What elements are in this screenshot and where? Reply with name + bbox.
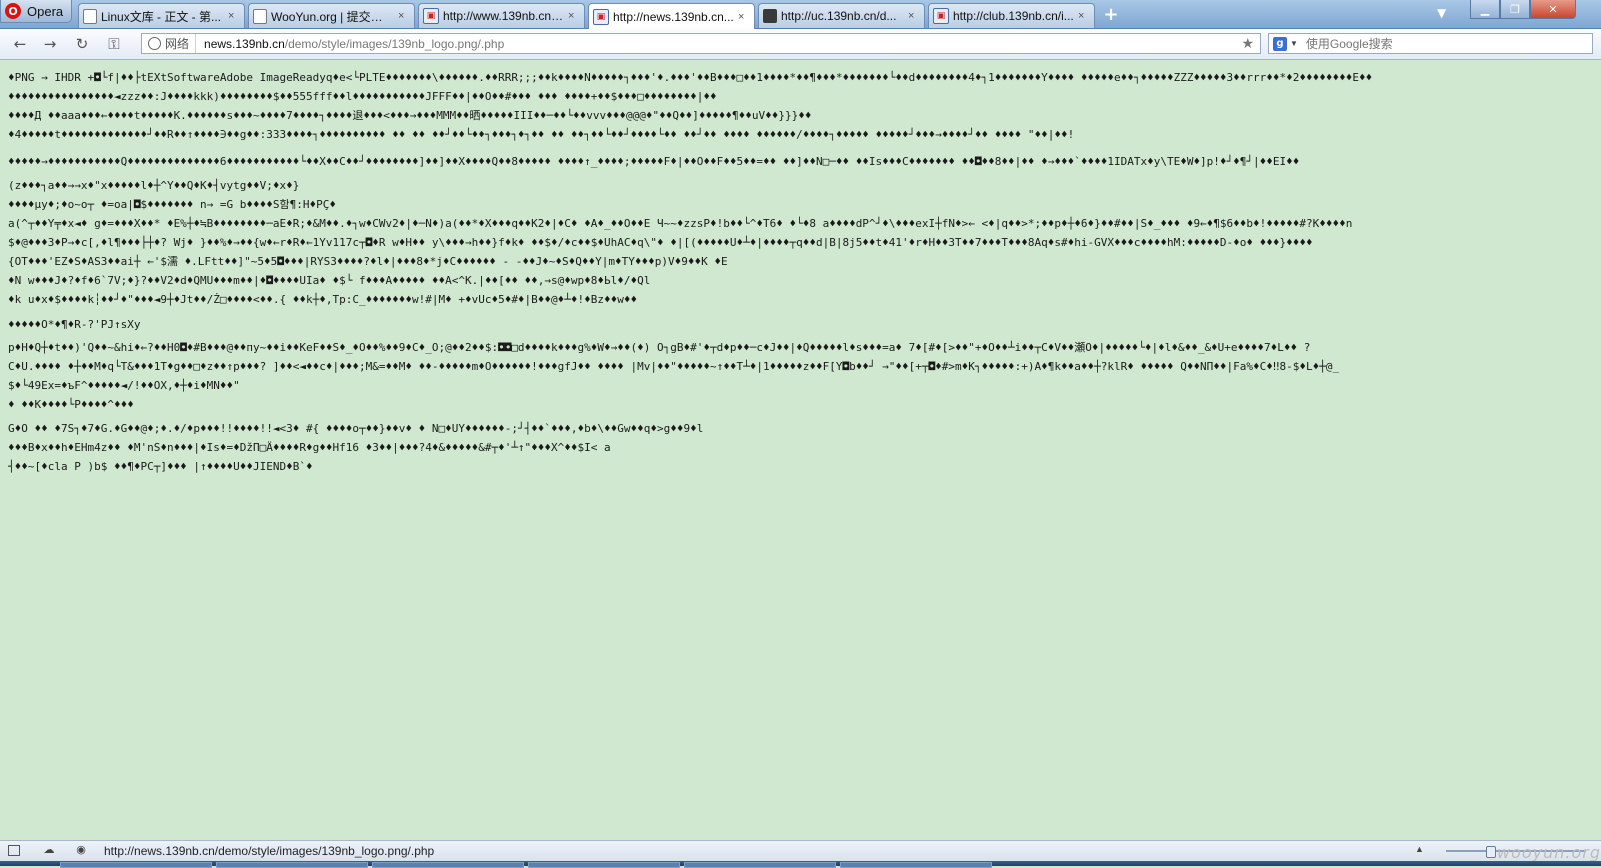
tab-label: http://club.139nb.cn/i... <box>953 9 1074 23</box>
raw-text-line: $♦@♦♦♦3♦P→♦c[,♦l¶♦♦♦├┼♦? Wj♦ }♦♦%♦→♦♦{w♦… <box>8 236 1313 249</box>
search-input[interactable]: g ▼ 使用Google搜索 <box>1268 33 1593 54</box>
tab-news-139nb[interactable]: ▣ http://news.139nb.cn... × <box>588 3 755 29</box>
opera-menu-button[interactable]: O Opera <box>0 0 72 23</box>
url-path: /demo/style/images/139nb_logo.png/.php <box>284 36 505 51</box>
key-wand-icon[interactable]: ⚿ <box>104 34 124 54</box>
raw-text-line: ♦♦♦♦♦→♦♦♦♦♦♦♦♦♦♦♦Q♦♦♦♦♦♦♦♦♦♦♦♦♦♦6♦♦♦♦♦♦♦… <box>8 155 1300 168</box>
tab-close-icon[interactable]: × <box>738 11 750 23</box>
raw-text-line: ♦ ♦♦K♦♦♦♦└P♦♦♦♦^♦♦♦ <box>8 398 134 411</box>
raw-text-line: G♦O ♦♦ ♦7S┐♦7♦G.♦G♦♦@♦;♦.♦/♦p♦♦♦!!♦♦♦♦!!… <box>8 422 704 435</box>
opera-logo-icon: O <box>5 3 21 19</box>
address-toolbar: ← → ↻ ⚿ 网络 news.139nb.cn/demo/style/imag… <box>0 29 1601 60</box>
raw-text-line: ♦♦♦♦Д ♦♦aaa♦♦♦←♦♦♦♦t♦♦♦♦♦K.♦♦♦♦♦♦s♦♦♦~♦♦… <box>8 109 812 122</box>
site-139-favicon-icon: ▣ <box>593 8 609 25</box>
tab-close-icon[interactable]: × <box>228 10 240 22</box>
site-139-favicon-icon: ▣ <box>933 8 949 24</box>
tab-close-icon[interactable]: × <box>568 10 580 22</box>
os-taskbar <box>0 861 1601 868</box>
raw-text-line: ♦♦♦♦♦♦♦♦♦♦♦♦♦♦♦♦◄zzz♦♦:J♦♦♦♦kkk)♦♦♦♦♦♦♦♦… <box>8 90 717 103</box>
zoom-up-icon[interactable]: ▲ <box>1415 844 1424 854</box>
raw-text-line: ♦N w♦♦♦J♦?♦f♦6`7V;♦}?♦♦V2♦d♦QMU♦♦♦m♦♦|♦◘… <box>8 274 651 287</box>
status-url: http://news.139nb.cn/demo/style/images/1… <box>104 844 435 858</box>
document-favicon-icon <box>253 8 267 24</box>
tab-label: Linux文库 - 正文 - 第... <box>101 9 222 24</box>
chevron-down-icon[interactable]: ▼ <box>1290 39 1298 48</box>
raw-text-line: ♦♦♦♦µy♦;♦o~o┬ ♦=oa|◘$♦♦♦♦♦♦♦ n→ =G b♦♦♦♦… <box>8 198 337 211</box>
panel-toggle-icon[interactable] <box>8 845 20 856</box>
taskbar-item[interactable] <box>528 862 680 868</box>
tab-close-icon[interactable]: × <box>1078 10 1090 22</box>
tab-label: http://news.139nb.cn... <box>613 9 734 24</box>
tab-label: WooYun.org | 提交漏洞 <box>271 9 394 24</box>
tab-bar: O Opera Linux文库 - 正文 - 第... × WooYun.org… <box>0 0 1601 29</box>
tab-close-icon[interactable]: × <box>908 10 920 22</box>
minimize-button[interactable]: ▁ <box>1470 0 1500 19</box>
tab-uc-139nb[interactable]: http://uc.139nb.cn/d... × <box>758 3 925 28</box>
watermark: wooyun.org <box>1497 843 1601 862</box>
window-controls: ▁ ❐ ✕ <box>1470 0 1576 20</box>
turbo-icon[interactable]: ◉ <box>74 844 88 856</box>
url-text: news.139nb.cn/demo/style/images/139nb_lo… <box>204 37 504 51</box>
tab-list-chevron-down-icon[interactable]: ▼ <box>1437 6 1446 20</box>
site-info-badge[interactable]: 网络 <box>142 34 197 53</box>
taskbar-item[interactable] <box>840 862 992 868</box>
site-139-favicon-icon: ▣ <box>423 8 439 24</box>
url-host: news.139nb.cn <box>204 36 285 51</box>
opera-menu-label: Opera <box>27 3 64 19</box>
document-favicon-icon <box>83 8 97 24</box>
site-badge-label: 网络 <box>165 37 190 51</box>
tab-close-icon[interactable]: × <box>398 10 410 22</box>
raw-text-line: ♦PNG → IHDR +◘└f|♦♦├tEXtSoftwareAdobe Im… <box>8 71 1373 84</box>
bookmark-star-icon[interactable]: ★ <box>1241 35 1254 52</box>
maximize-button[interactable]: ❐ <box>1500 0 1530 19</box>
raw-text-line: a(^┬♦♦Y╤♦x◄♦ g♦=♦♦♦X♦♦* ♦E%┼♦≒B♦♦♦♦♦♦♦♦─… <box>8 217 1353 230</box>
address-field[interactable]: 网络 news.139nb.cn/demo/style/images/139nb… <box>141 33 1261 54</box>
raw-text-line: ♦4♦♦♦♦♦t♦♦♦♦♦♦♦♦♦♦♦♦♦┘♦♦R♦♦↑♦♦♦♦∋♦♦g♦♦:3… <box>8 128 1075 141</box>
tab-club-139nb[interactable]: ▣ http://club.139nb.cn/i... × <box>928 3 1095 28</box>
raw-text-line: p♦H♦Q┼♦t♦♦)'Q♦♦~&hi♦←?♦♦H0◘♦#B♦♦♦@♦♦пy~♦… <box>8 341 1311 354</box>
raw-text-line: {OT♦♦♦'EZ♦S♦AS3♦♦ai┼ ←'$濡 ♦.LFtt♦♦]"~5♦5… <box>8 255 728 268</box>
close-window-button[interactable]: ✕ <box>1530 0 1576 19</box>
status-bar: ☁ ◉ http://news.139nb.cn/demo/style/imag… <box>0 840 1601 861</box>
raw-text-line: (z♦♦♦┐a♦♦→→x♦"x♦♦♦♦♦l♦┼^Y♦♦Q♦K♦┤vytg♦♦V;… <box>8 179 300 192</box>
forward-arrow-icon[interactable]: → <box>40 34 60 54</box>
tab-label: http://www.139nb.cn/... <box>443 9 564 23</box>
cloud-icon[interactable]: ☁ <box>42 844 56 856</box>
raw-text-line: ♦♦♦♦♦O*♦¶♦R-?'PJ↑sXy <box>8 318 141 331</box>
google-search-engine-icon[interactable]: g <box>1273 36 1287 51</box>
new-tab-button[interactable]: + <box>1101 5 1121 25</box>
back-arrow-icon[interactable]: ← <box>10 34 30 54</box>
raw-binary-text: ♦PNG → IHDR +◘└f|♦♦├tEXtSoftwareAdobe Im… <box>8 68 1583 476</box>
raw-text-line: C♦U.♦♦♦♦ ♦┼♦♦M♦q└T&♦♦♦1T♦g♦♦□♦z♦♦↑p♦♦♦? … <box>8 360 1340 373</box>
taskbar-item[interactable] <box>60 862 212 868</box>
zoom-slider-handle[interactable] <box>1486 846 1496 858</box>
page-content: ♦PNG → IHDR +◘└f|♦♦├tEXtSoftwareAdobe Im… <box>0 60 1601 840</box>
dark-favicon-icon <box>763 9 777 23</box>
search-placeholder: 使用Google搜索 <box>1305 37 1393 51</box>
globe-icon <box>148 37 161 50</box>
taskbar-item[interactable] <box>216 862 368 868</box>
tab-linux-wenku[interactable]: Linux文库 - 正文 - 第... × <box>78 3 245 28</box>
reload-icon[interactable]: ↻ <box>72 34 92 54</box>
raw-text-line: ♦♦♦B♦x♦♦h♦EHm4z♦♦ ♦M'nS♦n♦♦♦|♦Is♦=♦DžП□Ä… <box>8 441 611 454</box>
taskbar-item[interactable] <box>684 862 836 868</box>
taskbar-item[interactable] <box>372 862 524 868</box>
tab-label: http://uc.139nb.cn/d... <box>781 9 897 23</box>
raw-text-line: ┤♦♦~[♦cla P )b$ ♦♦¶♦PC┬]♦♦♦ |↑♦♦♦♦U♦♦JIE… <box>8 460 313 473</box>
raw-text-line: $♦└49Ex=♦ъF^♦♦♦♦♦◄/!♦♦OX,♦┼♦i♦MN♦♦" <box>8 379 240 392</box>
tab-www-139nb[interactable]: ▣ http://www.139nb.cn/... × <box>418 3 585 28</box>
raw-text-line: ♦k u♦x♦$♦♦♦♦k┆♦♦┘♦"♦♦♦◄9┼♦Jt♦♦/Ż□♦♦♦♦<♦♦… <box>8 293 638 306</box>
tab-wooyun[interactable]: WooYun.org | 提交漏洞 × <box>248 3 415 28</box>
